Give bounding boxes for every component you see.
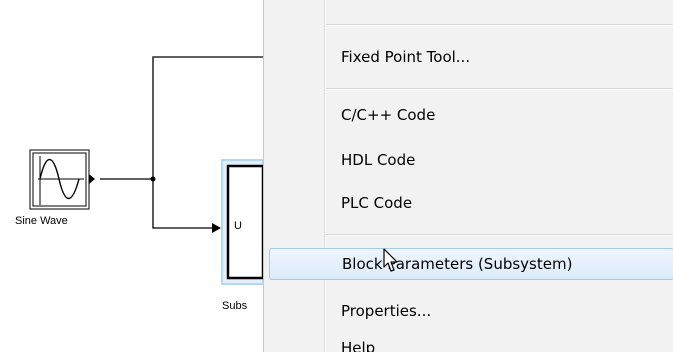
- menu-item-plc-code[interactable]: PLC Code: [264, 187, 673, 219]
- menu-item-fixed-point-tool[interactable]: Fixed Point Tool...: [264, 41, 673, 73]
- menu-item-label: Properties...: [341, 302, 432, 320]
- menu-item-c-cpp-code[interactable]: C/C++ Code: [264, 99, 673, 131]
- context-menu[interactable]: Fixed Point Tool... C/C++ Code HDL Code …: [263, 0, 673, 352]
- sine-wave-block[interactable]: [29, 149, 95, 210]
- menu-item-hdl-code[interactable]: HDL Code: [264, 144, 673, 176]
- signal-arrowhead: [212, 223, 221, 233]
- menu-item-properties[interactable]: Properties...: [264, 295, 673, 327]
- subsystem-block[interactable]: [221, 159, 265, 285]
- menu-item-label: HDL Code: [341, 151, 416, 169]
- menu-item-label: Help: [341, 339, 376, 352]
- subsystem-name-label: Subs: [222, 300, 248, 312]
- menu-item-label: Fixed Point Tool...: [341, 48, 471, 66]
- menu-separator: [326, 234, 673, 236]
- arrow-cursor-icon: [383, 248, 398, 272]
- branch-point: [150, 176, 156, 182]
- sine-block-label: Sine Wave: [15, 215, 68, 227]
- menu-separator: [326, 88, 673, 90]
- menu-item-label: Block Parameters (Subsystem): [342, 255, 573, 273]
- menu-separator: [326, 24, 673, 26]
- menu-item-label: PLC Code: [341, 194, 413, 212]
- subsystem-port-label: U: [234, 220, 242, 232]
- menu-item-block-parameters[interactable]: Block Parameters (Subsystem): [269, 248, 673, 280]
- menu-item-label: C/C++ Code: [341, 106, 436, 124]
- menu-item-help[interactable]: Help: [264, 332, 673, 352]
